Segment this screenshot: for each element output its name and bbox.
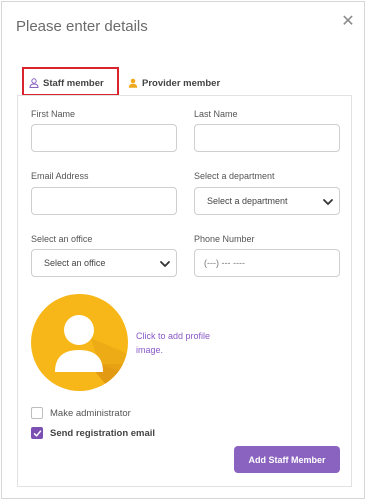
add-staff-member-button[interactable]: Add Staff Member — [234, 446, 340, 473]
details-modal: Please enter details ✕ Staff member Prov… — [1, 1, 365, 499]
office-label: Select an office — [31, 234, 93, 244]
department-selected-value: Select a department — [207, 196, 288, 206]
tab-label: Provider member — [142, 77, 221, 89]
chevron-down-icon — [160, 261, 170, 267]
modal-title: Please enter details — [16, 18, 148, 35]
send-email-label: Send registration email — [50, 427, 156, 439]
department-label: Select a department — [194, 171, 275, 181]
department-select[interactable]: Select a department — [194, 187, 340, 215]
make-admin-checkbox[interactable] — [31, 407, 43, 419]
make-admin-row[interactable]: Make administrator — [31, 406, 131, 420]
email-input[interactable] — [31, 187, 177, 215]
user-filled-icon — [128, 78, 138, 88]
email-label: Email Address — [31, 171, 89, 181]
avatar-placeholder-icon[interactable] — [31, 294, 128, 391]
active-tab-highlight — [22, 67, 119, 96]
last-name-label: Last Name — [194, 109, 238, 119]
phone-input[interactable] — [194, 249, 340, 277]
office-selected-value: Select an office — [44, 258, 106, 268]
tab-provider-member[interactable]: Provider member — [128, 72, 220, 94]
chevron-down-icon — [323, 199, 333, 205]
check-icon — [33, 429, 41, 437]
office-select[interactable]: Select an office — [31, 249, 177, 277]
phone-label: Phone Number — [194, 234, 255, 244]
send-email-checkbox[interactable] — [31, 427, 43, 439]
send-email-row[interactable]: Send registration email — [31, 426, 155, 440]
last-name-input[interactable] — [194, 124, 340, 152]
make-admin-label: Make administrator — [50, 407, 131, 419]
first-name-label: First Name — [31, 109, 76, 119]
close-icon[interactable]: ✕ — [339, 13, 357, 31]
first-name-input[interactable] — [31, 124, 177, 152]
add-profile-image-link[interactable]: Click to add profile image. — [136, 329, 216, 357]
